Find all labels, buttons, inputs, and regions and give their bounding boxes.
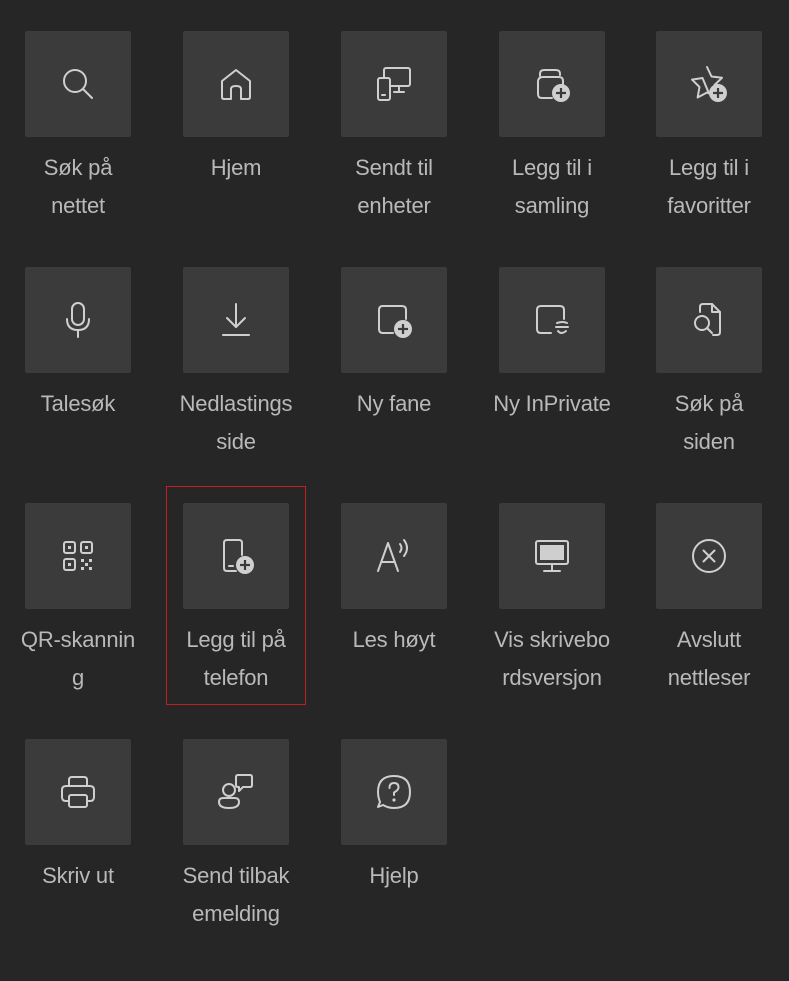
devices-icon (377, 67, 411, 101)
tile-label: Talesøk (40, 391, 116, 416)
tile-label: Nedlastings side (179, 391, 293, 454)
tile-icon-box (25, 31, 131, 137)
tile-send-feedback[interactable]: Send tilbak emelding (161, 739, 311, 949)
tile-exit-browser[interactable]: Avslutt nettleser (634, 503, 784, 713)
tile-add-to-collection[interactable]: Legg til i samling (477, 31, 627, 241)
close-circle-icon (692, 539, 726, 573)
tile-new-inprivate[interactable]: Ny InPrivate (477, 267, 627, 477)
tile-add-to-favorites[interactable]: Legg til i favoritter (634, 31, 784, 241)
tile-label: Send tilbak emelding (182, 863, 290, 926)
read-aloud-icon (377, 539, 408, 572)
phone-add-icon (223, 539, 254, 574)
tile-icon-box (183, 503, 289, 609)
star-add-icon (691, 66, 727, 102)
tile-sent-to-devices[interactable]: Sendt til enheter (319, 31, 469, 241)
tile-home[interactable]: Hjem (161, 31, 311, 241)
tile-downloads-page[interactable]: Nedlastings side (161, 267, 311, 477)
tile-icon-box (499, 503, 605, 609)
tile-icon-box (183, 31, 289, 137)
tile-add-to-phone[interactable]: Legg til på telefon (161, 503, 311, 713)
tile-label: Hjem (210, 155, 262, 180)
find-page-icon (694, 303, 721, 336)
tile-icon-box (183, 739, 289, 845)
tile-label: Sendt til enheter (355, 155, 433, 218)
tile-icon-box (183, 267, 289, 373)
microphone-icon (66, 302, 90, 338)
tile-new-tab[interactable]: Ny fane (319, 267, 469, 477)
printer-icon (61, 776, 95, 808)
tile-label: Legg til i samling (512, 155, 592, 218)
tile-label: Søk på siden (674, 391, 744, 454)
qr-code-icon (63, 541, 93, 571)
tile-qr-scanning[interactable]: QR-skannin g (3, 503, 153, 713)
feedback-icon (218, 774, 253, 809)
tile-find-on-page[interactable]: Søk på siden (634, 267, 784, 477)
tile-icon-box (656, 31, 762, 137)
tile-print[interactable]: Skriv ut (3, 739, 153, 949)
tile-label: Hjelp (369, 863, 419, 888)
tile-label: Avslutt nettleser (667, 627, 751, 690)
tile-icon-box (25, 503, 131, 609)
tile-voice-search[interactable]: Talesøk (3, 267, 153, 477)
tile-help[interactable]: Hjelp (319, 739, 469, 949)
tile-label: Søk på nettet (43, 155, 113, 218)
tile-search-web[interactable]: Søk på nettet (3, 31, 153, 241)
help-icon (377, 775, 411, 809)
search-icon (63, 69, 93, 99)
tile-icon-box (656, 503, 762, 609)
tile-label: Legg til på telefon (186, 627, 286, 690)
tile-icon-box (499, 267, 605, 373)
home-icon (221, 69, 251, 100)
collection-add-icon (537, 69, 570, 102)
tile-icon-box (341, 739, 447, 845)
tile-icon-box (656, 267, 762, 373)
new-tab-icon (378, 305, 412, 338)
tile-icon-box (25, 267, 131, 373)
tile-label: Ny fane (356, 391, 432, 416)
tile-icon-box (341, 267, 447, 373)
tile-label: QR-skannin g (20, 627, 136, 690)
tile-label: Les høyt (352, 627, 436, 652)
tile-label: Ny InPrivate (493, 391, 611, 416)
tile-icon-box (341, 31, 447, 137)
menu-grid: Søk på nettet Hjem Sendt til enheter Leg… (0, 0, 789, 981)
inprivate-icon (536, 305, 569, 334)
tile-label: Skriv ut (42, 863, 114, 888)
tile-icon-box (341, 503, 447, 609)
tile-label: Legg til i favoritter (667, 155, 751, 218)
tile-read-aloud[interactable]: Les høyt (319, 503, 469, 713)
tile-label: Vis skrivebo rdsversjon (494, 627, 610, 690)
tile-desktop-version[interactable]: Vis skrivebo rdsversjon (477, 503, 627, 713)
desktop-icon (535, 540, 569, 572)
tile-icon-box (25, 739, 131, 845)
download-icon (222, 303, 250, 336)
tile-icon-box (499, 31, 605, 137)
